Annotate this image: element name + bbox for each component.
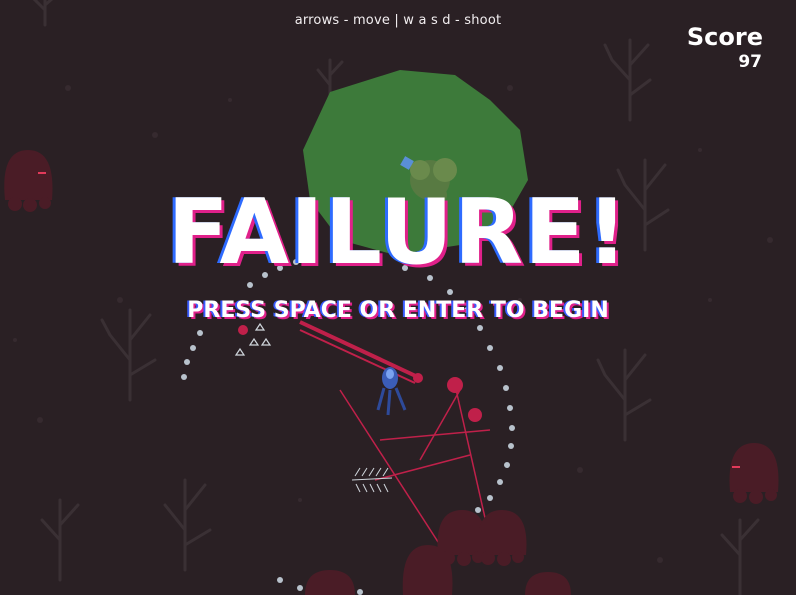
score-label: Score	[686, 23, 763, 51]
blood-splat	[238, 325, 248, 335]
failure-title: FAILURE!	[167, 180, 629, 285]
start-prompt: PRESS SPACE OR ENTER TO BEGIN	[187, 298, 609, 323]
enemy-blob-icon	[477, 510, 527, 566]
score-value: 97	[738, 52, 762, 72]
enemy-blob-icon	[729, 443, 779, 504]
controls-hint: arrows - move | w a s d - shoot	[294, 13, 502, 28]
